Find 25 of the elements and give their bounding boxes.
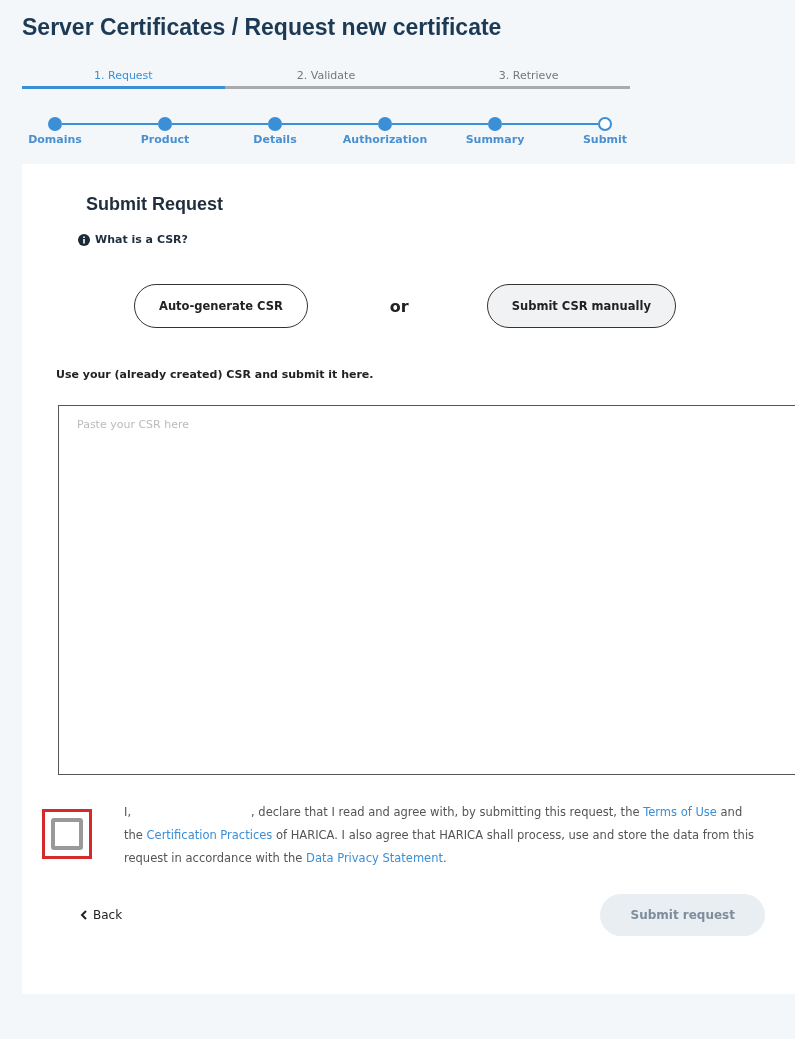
step-label[interactable]: Domains [28, 133, 82, 146]
csr-field[interactable]: Paste your CSR here [58, 405, 795, 775]
step-label[interactable]: Summary [465, 133, 525, 146]
section-heading: Submit Request [86, 194, 224, 215]
chevron-left-icon [80, 910, 87, 920]
help-link[interactable]: What is a CSR? [95, 233, 188, 246]
step-tab[interactable]: 1. Request [22, 69, 225, 89]
step-label[interactable]: Details [253, 133, 297, 146]
step-label[interactable]: Product [140, 133, 190, 146]
agreement-link[interactable]: Data Privacy Statement [306, 851, 443, 865]
step-tab[interactable]: 2. Validate [224, 69, 428, 89]
instruction-text: Use your (already created) CSR and submit it here. [56, 368, 375, 381]
option-button[interactable]: Submit CSR manually [486, 284, 676, 328]
step-label[interactable]: Authorization [342, 133, 428, 146]
info-icon [78, 233, 90, 246]
agreement-text: I, , declare that I read and agree with, by submitting this request, the Terms of Use and the Certification Practices of HARICA. I also agree that HARICA shall process, use and store the data from this request in accordance with the Data Privacy Statement. [124, 804, 756, 867]
back-button[interactable]: Back [74, 907, 129, 923]
agreement-link[interactable]: Certification Practices [146, 828, 273, 842]
step-tab[interactable]: 3. Retrieve [427, 69, 630, 89]
or-label: or [389, 296, 409, 316]
step-label[interactable]: Submit [582, 133, 628, 146]
option-button[interactable]: Auto-generate CSR [134, 284, 308, 328]
page-title: Server Certificates / Request new certificate [22, 14, 503, 41]
agreement-link[interactable]: Terms of Use [643, 805, 717, 819]
agreement-checkbox[interactable] [51, 818, 83, 850]
